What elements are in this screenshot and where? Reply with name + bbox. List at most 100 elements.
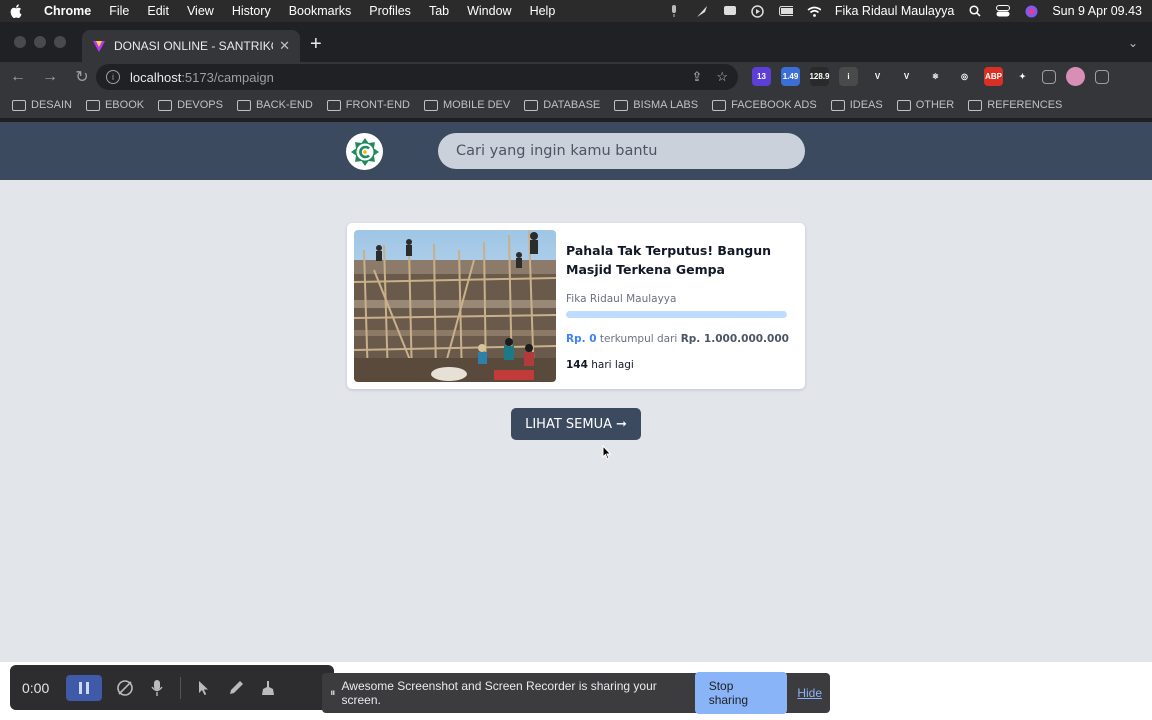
share-icon[interactable]: ⇪: [691, 69, 702, 85]
bookmark-folder-devops[interactable]: DEVOPS: [158, 99, 223, 111]
bookmarks-bar: DESAIN EBOOK DEVOPS BACK-END FRONT-END MOBILE…: [0, 92, 1152, 118]
campaign-card[interactable]: Pahala Tak Terputus! Bangun Masjid Terke…: [347, 223, 805, 389]
campaign-search-input[interactable]: [438, 133, 805, 169]
bookmark-label: DATABASE: [543, 99, 601, 111]
menubar-user[interactable]: Fika Ridaul Maulayya: [835, 4, 955, 18]
forward-button[interactable]: →: [36, 68, 64, 86]
bookmark-folder-mobile-dev[interactable]: MOBILE DEV: [423, 99, 510, 111]
extension-abp-icon[interactable]: ABP: [984, 67, 1003, 86]
folder-icon: [326, 99, 341, 111]
extension-badge-13-icon[interactable]: 13: [752, 67, 771, 86]
pause-recording-button[interactable]: [66, 674, 102, 701]
extension-vue-1-icon[interactable]: V: [868, 67, 887, 86]
menu-app-name[interactable]: Chrome: [44, 4, 91, 18]
campaign-days-count: 144: [566, 359, 588, 371]
battery-icon[interactable]: [778, 4, 793, 18]
site-logo[interactable]: [346, 133, 383, 170]
back-button[interactable]: ←: [4, 68, 32, 86]
bookmark-folder-references[interactable]: REFERENCES: [968, 99, 1062, 111]
extension-badge-149-icon[interactable]: 1.49: [781, 67, 800, 86]
tab-active[interactable]: DONASI ONLINE - SANTRIKODING ✕: [82, 30, 300, 62]
microphone-icon[interactable]: [148, 679, 166, 697]
campaign-collected-amount: Rp. 0: [566, 333, 597, 345]
bookmark-label: IDEAS: [849, 99, 883, 111]
minimize-window-button[interactable]: [34, 36, 46, 48]
bookmark-folder-ebook[interactable]: EBOOK: [85, 99, 144, 111]
bookmark-folder-other[interactable]: OTHER: [896, 99, 955, 111]
extension-puzzle-icon[interactable]: ✦: [1013, 67, 1032, 86]
url-path: :5173/campaign: [181, 69, 274, 85]
bookmark-folder-ideas[interactable]: IDEAS: [830, 99, 883, 111]
folder-icon: [614, 99, 629, 111]
wifi-icon[interactable]: [807, 4, 821, 18]
extension-ring-icon[interactable]: ◎: [955, 67, 974, 86]
zoom-window-button[interactable]: [54, 36, 66, 48]
window-controls: [14, 36, 66, 48]
camera-off-icon[interactable]: [116, 679, 134, 697]
folder-icon: [12, 99, 26, 111]
campaign-days-remaining: 144 hari lagi: [566, 359, 634, 371]
bookmark-folder-desain[interactable]: DESAIN: [12, 99, 72, 111]
bookmark-star-icon[interactable]: ☆: [716, 69, 728, 85]
extension-react-icon[interactable]: ⚛: [926, 67, 945, 86]
close-window-button[interactable]: [14, 36, 26, 48]
pointer-tool-icon[interactable]: [195, 679, 213, 697]
web-page: Pahala Tak Terputus! Bangun Masjid Terke…: [0, 122, 1152, 662]
tab-search-chevron-icon[interactable]: ⌄: [1128, 36, 1138, 50]
campaign-image[interactable]: [354, 230, 556, 382]
siri-icon[interactable]: [1024, 4, 1038, 18]
menubar-datetime[interactable]: Sun 9 Apr 09.43: [1052, 4, 1142, 18]
bookmark-folder-back-end[interactable]: BACK-END: [236, 99, 313, 111]
menu-window[interactable]: Window: [467, 4, 511, 18]
menu-bookmarks[interactable]: Bookmarks: [289, 4, 352, 18]
bookmark-folder-facebook-ads[interactable]: FACEBOOK ADS: [712, 99, 817, 111]
spotlight-search-icon[interactable]: [968, 4, 982, 18]
address-bar[interactable]: i localhost:5173/campaign ⇪ ☆: [96, 64, 738, 90]
site-info-icon[interactable]: i: [106, 70, 120, 84]
stop-sharing-button[interactable]: Stop sharing: [694, 672, 788, 714]
extensions-bar: 13 1.49 128.9 i V V ⚛ ◎ ABP ✦: [752, 67, 1109, 86]
campaign-collected-label: terkumpul dari: [596, 333, 681, 345]
reload-button[interactable]: ↻: [68, 67, 96, 87]
microphone-status-icon[interactable]: [667, 4, 681, 18]
menu-view[interactable]: View: [187, 4, 214, 18]
profile-avatar[interactable]: [1066, 67, 1085, 86]
bookmark-folder-front-end[interactable]: FRONT-END: [326, 99, 410, 111]
bookmark-folder-database[interactable]: DATABASE: [524, 99, 600, 111]
campaign-title[interactable]: Pahala Tak Terputus! Bangun Masjid Terke…: [566, 241, 796, 279]
pen-tool-icon[interactable]: [227, 679, 245, 697]
bookmark-label: FRONT-END: [345, 99, 410, 111]
menu-help[interactable]: Help: [530, 4, 556, 18]
menu-profiles[interactable]: Profiles: [369, 4, 411, 18]
browser-tab-strip: DONASI ONLINE - SANTRIKODING ✕ + ⌄: [0, 22, 1152, 62]
play-circle-icon[interactable]: [751, 4, 765, 18]
extension-italic-i-icon[interactable]: i: [839, 67, 858, 86]
bookmark-label: DESAIN: [31, 99, 72, 111]
folder-icon: [236, 99, 251, 111]
apple-icon[interactable]: [10, 3, 24, 19]
bookmark-folder-bisma-labs[interactable]: BISMA LABS: [614, 99, 698, 111]
macos-menubar: Chrome File Edit View History Bookmarks …: [0, 0, 1152, 22]
close-tab-icon[interactable]: ✕: [279, 38, 290, 54]
hide-banner-link[interactable]: Hide: [797, 686, 822, 700]
extension-fid-128-icon[interactable]: 128.9: [809, 67, 830, 86]
toolbar-divider: [180, 676, 181, 699]
new-tab-button[interactable]: +: [310, 34, 322, 54]
folder-icon: [423, 99, 438, 111]
eraser-tool-icon[interactable]: [259, 679, 277, 697]
menu-tab[interactable]: Tab: [429, 4, 449, 18]
campaign-days-label: hari lagi: [587, 359, 634, 371]
bookmark-label: OTHER: [915, 99, 955, 111]
feather-icon[interactable]: [695, 4, 709, 18]
notification-icon[interactable]: [723, 4, 737, 18]
sidebar-toggle-icon[interactable]: [1042, 69, 1056, 84]
extension-vue-2-icon[interactable]: V: [897, 67, 916, 86]
see-all-button[interactable]: LIHAT SEMUA ➞: [511, 408, 641, 440]
mouse-cursor-icon: [602, 444, 612, 465]
browser-menu-icon[interactable]: [1095, 69, 1109, 84]
menu-file[interactable]: File: [109, 4, 129, 18]
campaign-progress-bar: [566, 311, 787, 318]
menu-history[interactable]: History: [232, 4, 271, 18]
menu-edit[interactable]: Edit: [147, 4, 169, 18]
control-center-icon[interactable]: [996, 4, 1011, 18]
